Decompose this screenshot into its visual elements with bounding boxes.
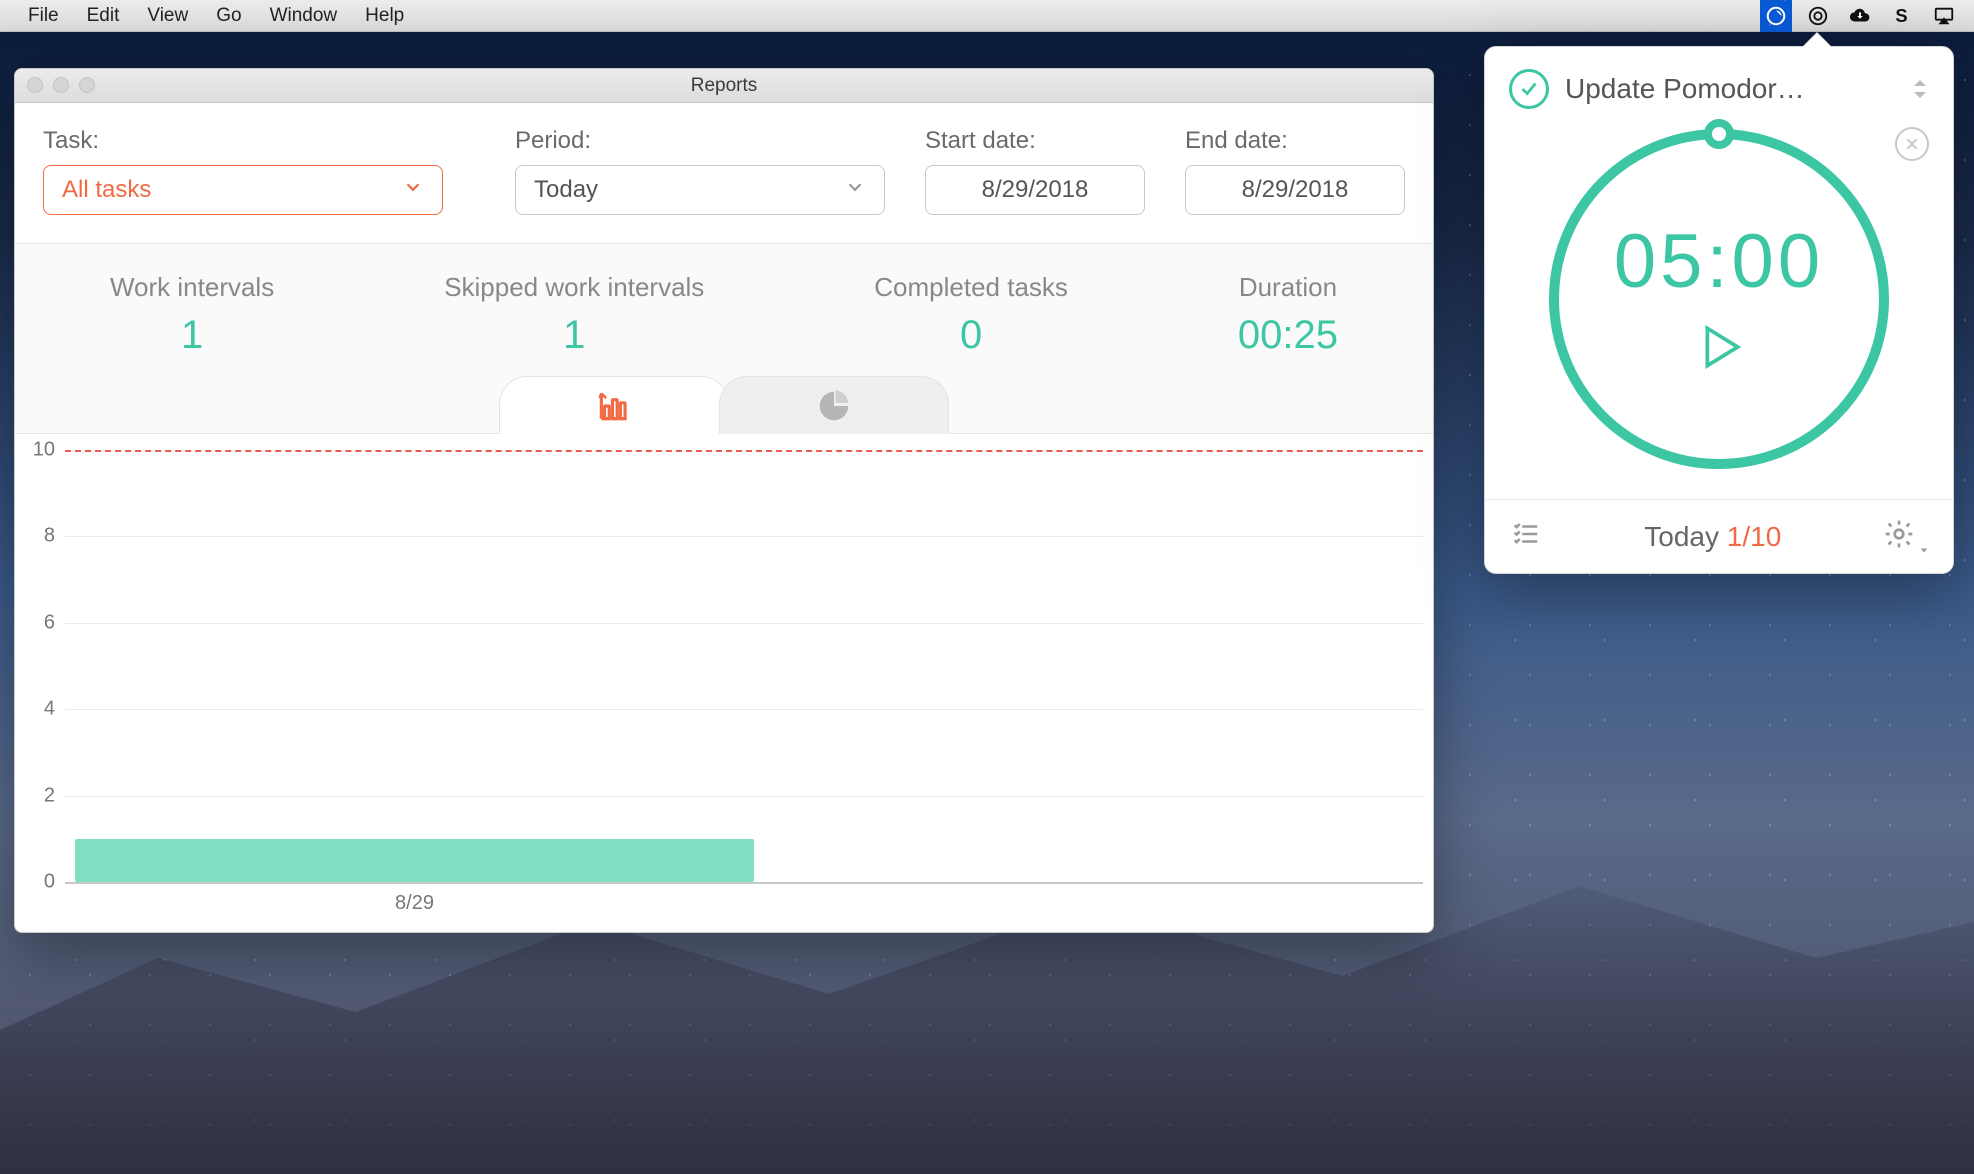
- menu-go[interactable]: Go: [202, 0, 255, 32]
- timer-knob[interactable]: [1704, 119, 1734, 149]
- status-1password-icon[interactable]: [1802, 0, 1834, 32]
- period-filter-label: Period:: [515, 127, 885, 155]
- close-button[interactable]: [1895, 127, 1929, 161]
- current-task-name[interactable]: Update Pomodor…: [1565, 73, 1895, 105]
- chevron-down-icon: [402, 176, 424, 205]
- task-switcher[interactable]: [1911, 78, 1929, 100]
- system-menubar: File Edit View Go Window Help S: [0, 0, 1974, 32]
- task-list-button[interactable]: [1509, 519, 1543, 554]
- pie-chart-icon: [815, 387, 853, 425]
- chevron-down-icon: [844, 176, 866, 205]
- chart-target-line: [65, 450, 1423, 452]
- status-s-icon[interactable]: S: [1886, 0, 1918, 32]
- start-date-input[interactable]: 8/29/2018: [925, 165, 1145, 215]
- chart-gridline: [65, 709, 1423, 710]
- stat-duration-label: Duration: [1238, 272, 1338, 303]
- bar-chart-icon: [595, 387, 633, 425]
- stat-work-intervals-label: Work intervals: [110, 272, 274, 303]
- today-count: 1/10: [1727, 521, 1782, 552]
- stat-skipped-label: Skipped work intervals: [444, 272, 704, 303]
- chevron-up-icon: [1911, 78, 1929, 88]
- settings-button[interactable]: [1883, 518, 1929, 555]
- today-progress: Today 1/10: [1563, 521, 1863, 553]
- stat-work-intervals-value: 1: [110, 313, 274, 358]
- report-chart: 0 2 4 6 8 10 8/29: [15, 434, 1433, 932]
- list-icon: [1509, 519, 1543, 549]
- period-filter-select[interactable]: Today: [515, 165, 885, 215]
- traffic-minimize[interactable]: [53, 77, 69, 93]
- status-pomodoro-icon[interactable]: [1760, 0, 1792, 32]
- task-filter-value: All tasks: [62, 176, 151, 204]
- status-airplay-icon[interactable]: [1928, 0, 1960, 32]
- chart-gridline: [65, 796, 1423, 797]
- end-date-value: 8/29/2018: [1242, 176, 1349, 204]
- chevron-down-icon: [1911, 90, 1929, 100]
- chart-gridline: [65, 536, 1423, 537]
- reports-window: Reports Task: All tasks Period: Today St…: [14, 68, 1434, 933]
- close-icon: [1904, 136, 1920, 152]
- tab-bar-chart[interactable]: [499, 376, 729, 434]
- chart-y-tick: 0: [15, 871, 55, 894]
- menu-file[interactable]: File: [14, 0, 73, 32]
- chevron-down-icon: [1919, 547, 1929, 555]
- chart-y-tick: 4: [15, 698, 55, 721]
- menu-view[interactable]: View: [133, 0, 202, 32]
- period-filter-value: Today: [534, 176, 598, 204]
- traffic-close[interactable]: [27, 77, 43, 93]
- end-date-input[interactable]: 8/29/2018: [1185, 165, 1405, 215]
- stat-completed-label: Completed tasks: [874, 272, 1068, 303]
- task-complete-toggle[interactable]: [1509, 69, 1549, 109]
- traffic-zoom[interactable]: [79, 77, 95, 93]
- pomodoro-popover: Update Pomodor… 05:00 Today 1/10: [1484, 46, 1954, 574]
- timer-display: 05:00: [1614, 218, 1824, 305]
- stat-duration-value: 00:25: [1238, 313, 1338, 358]
- tab-pie-chart[interactable]: [719, 376, 949, 434]
- chart-y-tick: 6: [15, 611, 55, 634]
- check-icon: [1518, 78, 1540, 100]
- end-date-label: End date:: [1185, 127, 1405, 155]
- chart-y-tick: 8: [15, 525, 55, 548]
- stat-skipped-value: 1: [444, 313, 704, 358]
- play-icon: [1691, 319, 1747, 375]
- stat-completed-value: 0: [874, 313, 1068, 358]
- chart-y-tick: 10: [15, 439, 55, 462]
- gear-icon: [1883, 518, 1915, 550]
- menu-edit[interactable]: Edit: [73, 0, 134, 32]
- window-title: Reports: [691, 75, 758, 97]
- timer-ring: 05:00: [1549, 129, 1889, 469]
- task-filter-label: Task:: [43, 127, 443, 155]
- start-date-value: 8/29/2018: [982, 176, 1089, 204]
- chart-gridline: [65, 623, 1423, 624]
- today-label: Today: [1644, 521, 1719, 552]
- window-titlebar[interactable]: Reports: [15, 69, 1433, 103]
- chart-y-tick: 2: [15, 784, 55, 807]
- chart-x-axis: [65, 882, 1423, 884]
- start-date-label: Start date:: [925, 127, 1145, 155]
- menu-help[interactable]: Help: [351, 0, 418, 32]
- task-filter-select[interactable]: All tasks: [43, 165, 443, 215]
- play-button[interactable]: [1691, 319, 1747, 380]
- chart-bar: [75, 839, 754, 882]
- status-cloud-upload-icon[interactable]: [1844, 0, 1876, 32]
- menu-window[interactable]: Window: [256, 0, 352, 32]
- chart-x-tick: 8/29: [395, 892, 434, 915]
- svg-text:S: S: [1895, 5, 1907, 26]
